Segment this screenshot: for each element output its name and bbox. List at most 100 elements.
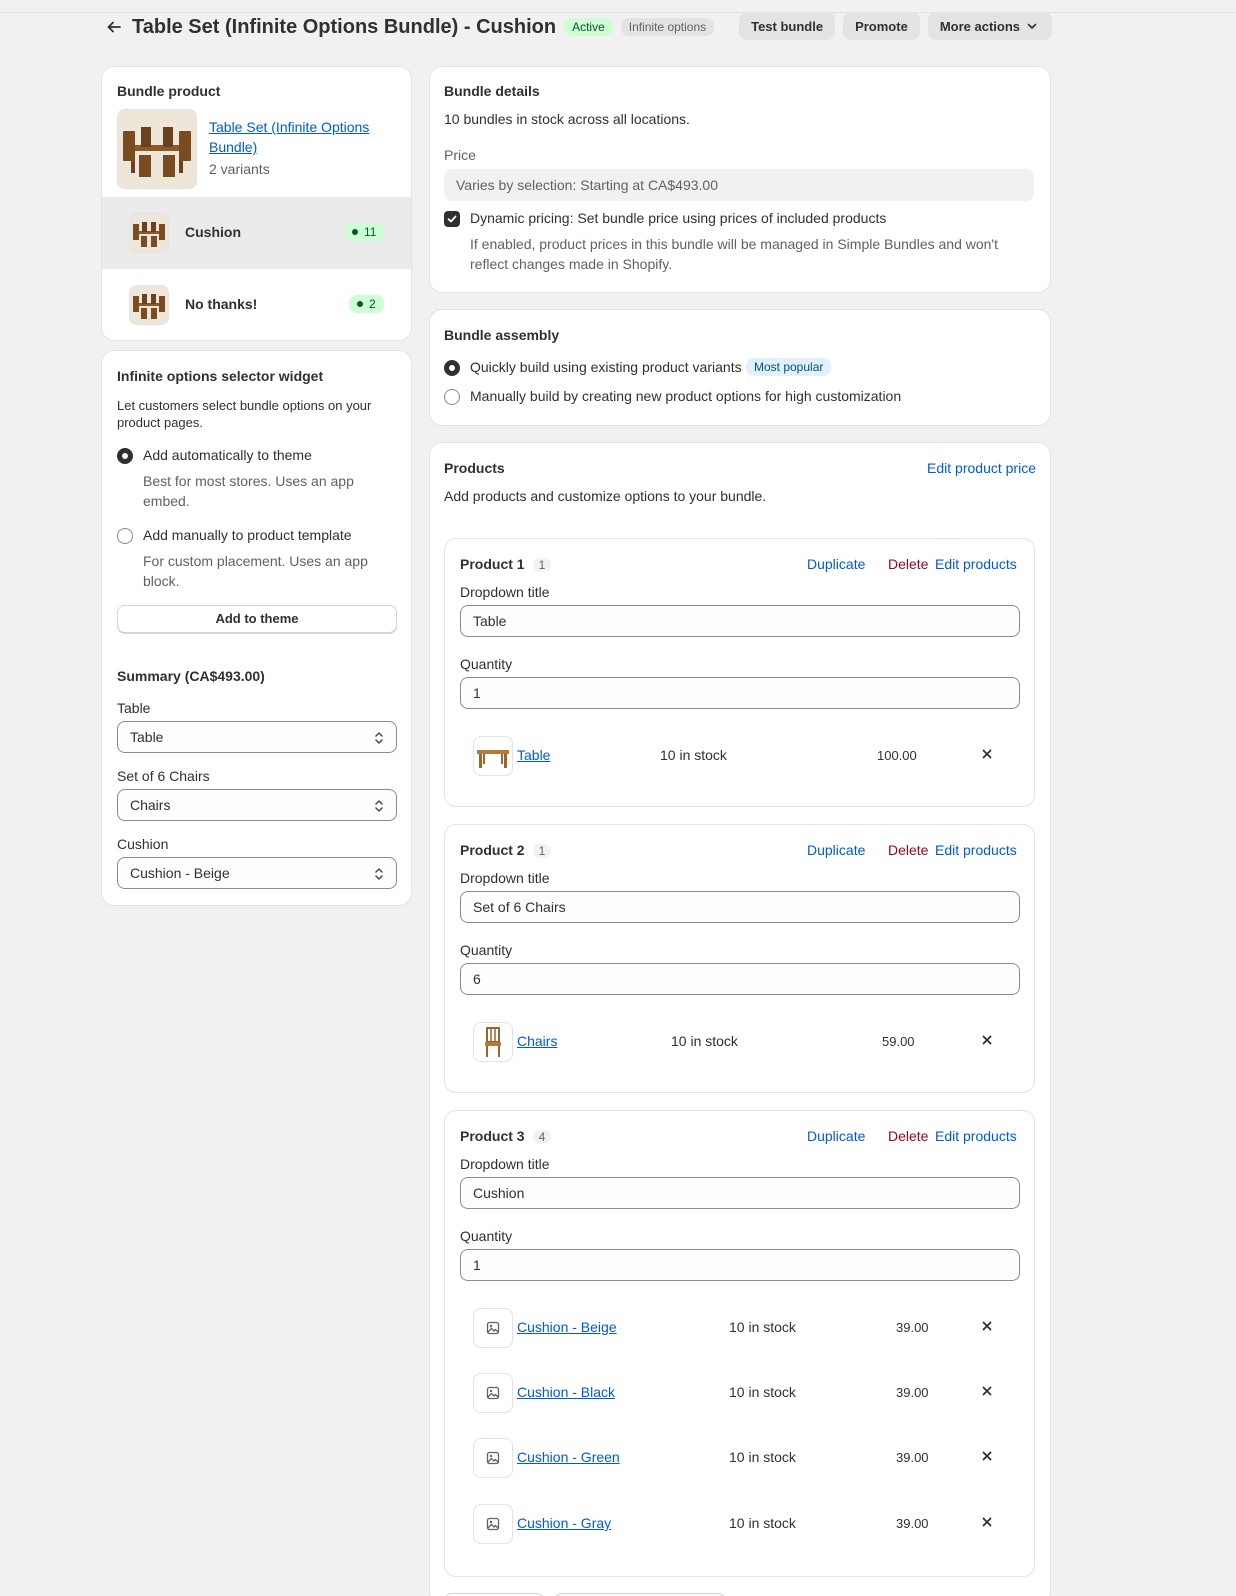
product-item-price: 100.00 bbox=[877, 748, 917, 763]
dynamic-pricing-label[interactable]: Dynamic pricing: Set bundle price using … bbox=[470, 210, 886, 226]
product-group-header: Product 3 4 bbox=[460, 1128, 552, 1144]
cushion-select-value: Cushion - Beige bbox=[130, 865, 230, 881]
remove-product-button[interactable] bbox=[977, 1381, 997, 1401]
edit-products-link[interactable]: Edit products bbox=[935, 1128, 1017, 1144]
product-group-title: Product 2 bbox=[460, 842, 525, 858]
add-automatically-label[interactable]: Add automatically to theme bbox=[143, 447, 312, 463]
bundle-product-image bbox=[117, 109, 197, 189]
delete-link[interactable]: Delete bbox=[888, 1128, 928, 1144]
duplicate-link[interactable]: Duplicate bbox=[807, 556, 865, 572]
delete-link[interactable]: Delete bbox=[888, 556, 928, 572]
table-select[interactable]: Table bbox=[117, 721, 397, 753]
bundle-details-card: Bundle details 10 bundles in stock acros… bbox=[430, 67, 1050, 292]
product-item-link[interactable]: Cushion - Gray bbox=[517, 1515, 611, 1531]
product-group-header: Product 1 1 bbox=[460, 556, 552, 572]
products-card: Products Edit product price Add products… bbox=[430, 443, 1050, 1596]
dropdown-title-label: Dropdown title bbox=[460, 584, 550, 600]
bundle-details-heading: Bundle details bbox=[444, 83, 540, 99]
table-image bbox=[477, 750, 509, 768]
back-button[interactable] bbox=[100, 13, 128, 41]
checkmark-icon bbox=[447, 215, 457, 223]
add-automatically-help: Best for most stores. Uses an app embed. bbox=[143, 473, 354, 509]
price-field: Varies by selection: Starting at CA$493.… bbox=[444, 169, 1034, 201]
bundle-assembly-heading: Bundle assembly bbox=[444, 327, 560, 343]
product-count-pill: 1 bbox=[532, 558, 552, 572]
quick-build-label[interactable]: Quickly build using existing product var… bbox=[470, 359, 742, 375]
edit-product-price-link[interactable]: Edit product price bbox=[927, 460, 1036, 476]
bundle-product-link[interactable]: Table Set (Infinite Options Bundle) bbox=[209, 117, 389, 157]
dining-table-set-image bbox=[133, 222, 165, 247]
chairs-select[interactable]: Chairs bbox=[117, 789, 397, 821]
close-icon bbox=[982, 1386, 992, 1396]
test-bundle-button[interactable]: Test bundle bbox=[739, 12, 836, 40]
quantity-input[interactable]: 1 bbox=[460, 1249, 1020, 1281]
delete-link[interactable]: Delete bbox=[888, 842, 928, 858]
product-item-stock: 10 in stock bbox=[729, 1384, 796, 1400]
cushion-select[interactable]: Cushion - Beige bbox=[117, 857, 397, 889]
add-manually-label[interactable]: Add manually to product template bbox=[143, 527, 352, 543]
add-to-theme-button[interactable]: Add to theme bbox=[117, 605, 397, 633]
product-item-stock: 10 in stock bbox=[660, 747, 727, 763]
add-manually-radio[interactable] bbox=[117, 528, 133, 544]
quantity-label: Quantity bbox=[460, 656, 513, 672]
quantity-input[interactable]: 6 bbox=[460, 963, 1020, 995]
product-thumbnail bbox=[473, 1373, 513, 1413]
close-icon bbox=[982, 1321, 992, 1331]
manual-build-radio[interactable] bbox=[444, 389, 460, 405]
manual-build-label[interactable]: Manually build by creating new product o… bbox=[470, 388, 901, 404]
bundle-product-heading: Bundle product bbox=[117, 83, 221, 99]
page-title: Table Set (Infinite Options Bundle) - Cu… bbox=[132, 15, 557, 38]
select-label-chairs: Set of 6 Chairs bbox=[117, 768, 210, 784]
product-item-row: Cushion - Green 10 in stock 39.00 bbox=[445, 1438, 1036, 1478]
promote-button[interactable]: Promote bbox=[843, 12, 920, 40]
variant-thumbnail bbox=[129, 213, 169, 253]
bundle-stock-text: 10 bundles in stock across all locations… bbox=[444, 111, 690, 127]
more-actions-button[interactable]: More actions bbox=[927, 12, 1052, 40]
dropdown-title-input[interactable]: Cushion bbox=[460, 1177, 1020, 1209]
product-item-row: Cushion - Beige 10 in stock 39.00 bbox=[445, 1308, 1036, 1348]
remove-product-button[interactable] bbox=[977, 1512, 997, 1532]
quantity-value: 1 bbox=[473, 1257, 481, 1273]
edit-products-link[interactable]: Edit products bbox=[935, 842, 1017, 858]
arrow-left-icon bbox=[107, 21, 121, 33]
product-item-link[interactable]: Cushion - Beige bbox=[517, 1319, 617, 1335]
product-item-link[interactable]: Cushion - Green bbox=[517, 1449, 620, 1465]
variant-stock-count: 2 bbox=[369, 297, 376, 311]
product-item-link[interactable]: Chairs bbox=[517, 1033, 557, 1049]
dynamic-pricing-checkbox[interactable] bbox=[444, 211, 460, 227]
remove-product-button[interactable] bbox=[977, 1446, 997, 1466]
bundle-product-card: Bundle product Table Set (Infinite Optio… bbox=[102, 67, 411, 340]
dropdown-title-input[interactable]: Table bbox=[460, 605, 1020, 637]
product-item-price: 39.00 bbox=[896, 1450, 929, 1465]
quantity-input[interactable]: 1 bbox=[460, 677, 1020, 709]
product-item-row: Cushion - Black 10 in stock 39.00 bbox=[445, 1373, 1036, 1413]
remove-product-button[interactable] bbox=[977, 1030, 997, 1050]
dropdown-title-input[interactable]: Set of 6 Chairs bbox=[460, 891, 1020, 923]
product-item-row: Table 10 in stock 100.00 bbox=[445, 736, 1036, 776]
quantity-value: 6 bbox=[473, 971, 481, 987]
product-item-link[interactable]: Table bbox=[517, 747, 550, 763]
quick-build-radio[interactable] bbox=[444, 360, 460, 376]
quantity-label: Quantity bbox=[460, 942, 513, 958]
product-item-price: 39.00 bbox=[896, 1320, 929, 1335]
dynamic-pricing-help: If enabled, product prices in this bundl… bbox=[470, 236, 998, 272]
variant-row-no-thanks[interactable]: No thanks! 2 bbox=[102, 269, 411, 340]
products-description: Add products and customize options to yo… bbox=[444, 488, 767, 504]
product-group-title: Product 1 bbox=[460, 556, 525, 572]
select-label-table: Table bbox=[117, 700, 151, 716]
product-group-1: Product 1 1 Duplicate Delete Edit product… bbox=[444, 538, 1035, 807]
product-group-2: Product 2 1 Duplicate Delete Edit product… bbox=[444, 824, 1035, 1093]
remove-product-button[interactable] bbox=[977, 744, 997, 764]
dining-table-set-image bbox=[133, 294, 165, 319]
price-label: Price bbox=[444, 147, 476, 163]
duplicate-link[interactable]: Duplicate bbox=[807, 1128, 865, 1144]
remove-product-button[interactable] bbox=[977, 1316, 997, 1336]
variant-row-cushion[interactable]: Cushion 11 bbox=[102, 197, 411, 269]
duplicate-link[interactable]: Duplicate bbox=[807, 842, 865, 858]
image-placeholder-icon bbox=[486, 1517, 500, 1531]
add-automatically-radio[interactable] bbox=[117, 448, 133, 464]
product-item-link[interactable]: Cushion - Black bbox=[517, 1384, 615, 1400]
image-placeholder-icon bbox=[486, 1386, 500, 1400]
edit-products-link[interactable]: Edit products bbox=[935, 556, 1017, 572]
quantity-label: Quantity bbox=[460, 1228, 513, 1244]
